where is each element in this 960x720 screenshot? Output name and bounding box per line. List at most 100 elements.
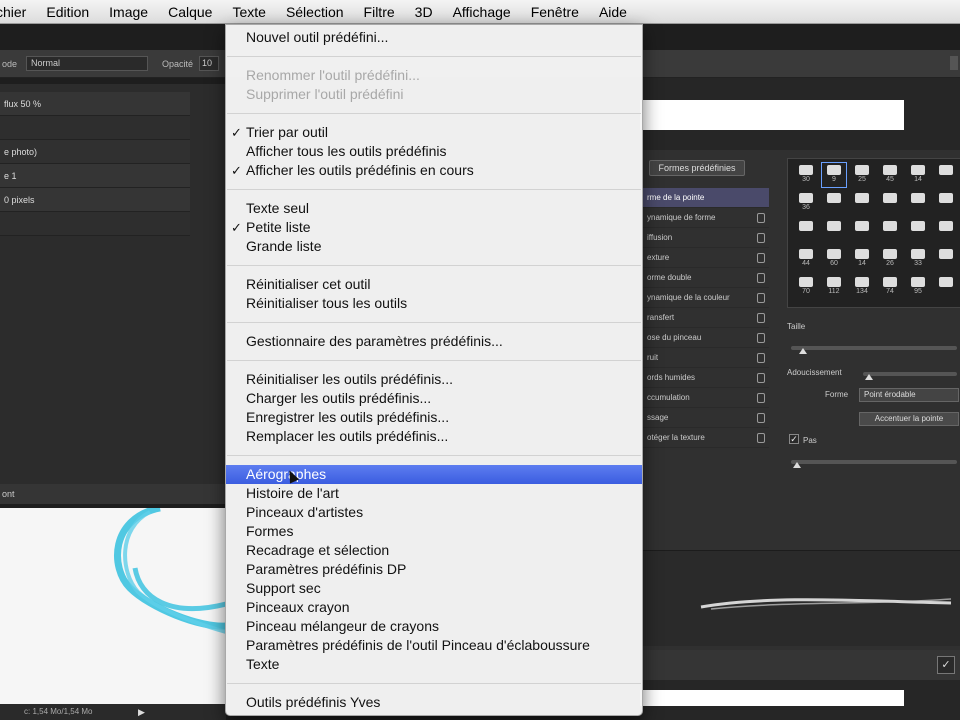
lock-icon[interactable] (757, 313, 765, 323)
lock-icon[interactable] (757, 433, 765, 443)
brush-tip[interactable]: 45 (878, 163, 902, 187)
document-canvas[interactable] (0, 508, 226, 704)
brush-tip[interactable]: 9 (821, 162, 847, 188)
lock-icon[interactable] (757, 293, 765, 303)
brush-tip[interactable] (934, 247, 958, 271)
brush-option-item[interactable]: ynamique de la couleur (641, 288, 769, 308)
status-arrow-icon[interactable]: ▶ (138, 704, 145, 720)
menu-item[interactable]: Enregistrer les outils prédéfinis... (226, 408, 642, 427)
menu-item[interactable]: ✓ Trier par outil (226, 123, 642, 142)
menu-item[interactable]: Réinitialiser cet outil (226, 275, 642, 294)
brush-tip[interactable] (934, 275, 958, 299)
menu-fenetre[interactable]: Fenêtre (521, 0, 589, 24)
menu-edition[interactable]: Edition (36, 0, 99, 24)
brush-tip[interactable] (822, 191, 846, 215)
brush-tip[interactable]: 25 (850, 163, 874, 187)
brush-option-item[interactable]: exture (641, 248, 769, 268)
mode-select[interactable]: Normal (26, 56, 148, 71)
brush-option-item[interactable]: ccumulation (641, 388, 769, 408)
lock-icon[interactable] (757, 213, 765, 223)
menu-item[interactable]: Paramètres prédéfinis DP (226, 560, 642, 579)
menu-item[interactable]: Remplacer les outils prédéfinis... (226, 427, 642, 446)
brush-tip[interactable]: 70 (794, 275, 818, 299)
brush-option-item[interactable]: orme double (641, 268, 769, 288)
list-item[interactable]: 0 pixels (0, 188, 190, 212)
brush-option-item[interactable]: iffusion (641, 228, 769, 248)
lock-icon[interactable] (757, 373, 765, 383)
menu-selection[interactable]: Sélection (276, 0, 354, 24)
menu-item[interactable]: ✓ Petite liste (226, 218, 642, 237)
brush-tip[interactable]: 112 (822, 275, 846, 299)
brush-option-item[interactable]: ssage (641, 408, 769, 428)
list-item[interactable]: e 1 (0, 164, 190, 188)
brush-tip[interactable]: 14 (850, 247, 874, 271)
list-item[interactable]: flux 50 % (0, 92, 190, 116)
menu-item[interactable]: Formes (226, 522, 642, 541)
brush-tip[interactable]: 36 (794, 191, 818, 215)
menu-item[interactable]: Texte seul (226, 199, 642, 218)
spacing-slider-knob[interactable] (793, 462, 801, 468)
brush-tip[interactable]: 74 (878, 275, 902, 299)
menu-item[interactable]: Grande liste (226, 237, 642, 256)
brush-toggle-icon[interactable]: ✓ (937, 656, 955, 674)
menu-fichier[interactable]: chier (0, 0, 36, 24)
menu-item[interactable]: Texte (226, 655, 642, 674)
brush-tip[interactable] (878, 191, 902, 215)
brush-option-item[interactable]: ruit (641, 348, 769, 368)
menu-item[interactable]: Gestionnaire des paramètres prédéfinis..… (226, 332, 642, 351)
opacity-field[interactable]: 10 (199, 56, 220, 71)
menu-filtre[interactable]: Filtre (354, 0, 405, 24)
menu-item[interactable]: Recadrage et sélection (226, 541, 642, 560)
menu-item[interactable]: Afficher tous les outils prédéfinis (226, 142, 642, 161)
spacing-slider[interactable] (791, 460, 957, 464)
brush-option-item[interactable]: otéger la texture (641, 428, 769, 448)
menu-item[interactable]: Histoire de l'art (226, 484, 642, 503)
brush-tip[interactable] (906, 219, 930, 243)
menu-item[interactable]: Réinitialiser tous les outils (226, 294, 642, 313)
menu-item[interactable]: Pinceau mélangeur de crayons (226, 617, 642, 636)
menu-item[interactable]: ✓ Afficher les outils prédéfinis en cours (226, 161, 642, 180)
brush-tip[interactable] (850, 219, 874, 243)
brush-option-item[interactable]: ynamique de forme (641, 208, 769, 228)
brush-option-item[interactable]: ose du pinceau (641, 328, 769, 348)
lock-icon[interactable] (757, 393, 765, 403)
menu-texte[interactable]: Texte (222, 0, 275, 24)
menu-item[interactable]: Nouvel outil prédéfini... (226, 28, 642, 47)
lock-icon[interactable] (757, 413, 765, 423)
list-item[interactable] (0, 212, 190, 236)
size-slider[interactable] (791, 346, 957, 350)
menu-item[interactable]: Charger les outils prédéfinis... (226, 389, 642, 408)
brush-tip[interactable]: 33 (906, 247, 930, 271)
brush-tip[interactable]: 134 (850, 275, 874, 299)
menu-item[interactable]: Pinceaux d'artistes (226, 503, 642, 522)
size-slider-knob[interactable] (799, 348, 807, 354)
list-item[interactable]: e photo) (0, 140, 190, 164)
brush-tip[interactable] (850, 191, 874, 215)
smoothing-slider-knob[interactable] (865, 374, 873, 380)
smoothing-slider[interactable] (863, 372, 957, 376)
brush-tip[interactable]: 14 (906, 163, 930, 187)
menu-item[interactable]: Paramètres prédéfinis de l'outil Pinceau… (226, 636, 642, 655)
brush-option-item[interactable]: rme de la pointe (641, 188, 769, 208)
menu-calque[interactable]: Calque (158, 0, 222, 24)
lock-icon[interactable] (757, 253, 765, 263)
brush-tip[interactable] (934, 163, 958, 187)
sharpen-tip-button[interactable]: Accentuer la pointe (859, 412, 959, 426)
menu-item[interactable]: Pinceaux crayon (226, 598, 642, 617)
lock-icon[interactable] (757, 273, 765, 283)
brush-presets-button[interactable]: Formes prédéfinies (649, 160, 745, 176)
brush-tip[interactable]: 44 (794, 247, 818, 271)
brush-option-item[interactable]: ords humides (641, 368, 769, 388)
menu-image[interactable]: Image (99, 0, 158, 24)
brush-tip[interactable]: 26 (878, 247, 902, 271)
brush-tip[interactable]: 60 (822, 247, 846, 271)
brush-tip[interactable] (906, 191, 930, 215)
brush-tip[interactable] (878, 219, 902, 243)
panel-toggle-button[interactable] (950, 56, 958, 70)
shape-select[interactable]: Point érodable (859, 388, 959, 402)
list-item[interactable] (0, 116, 190, 140)
menu-item[interactable]: Réinitialiser les outils prédéfinis... (226, 370, 642, 389)
brush-option-item[interactable]: ransfert (641, 308, 769, 328)
brush-tip[interactable]: 95 (906, 275, 930, 299)
brush-tip[interactable] (934, 219, 958, 243)
